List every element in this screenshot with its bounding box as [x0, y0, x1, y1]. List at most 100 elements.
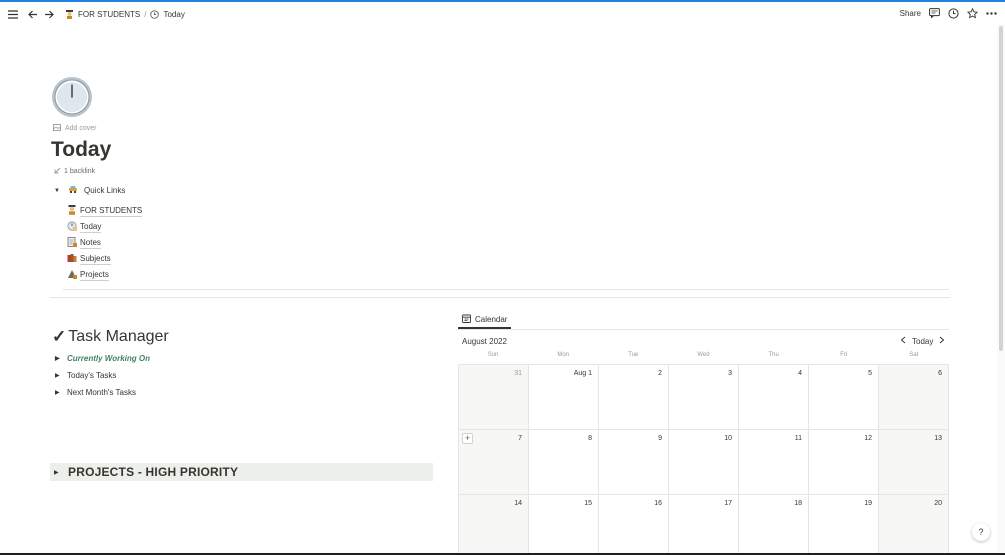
- share-button[interactable]: Share: [900, 9, 921, 18]
- calendar-day-cell[interactable]: Aug 1: [529, 365, 599, 430]
- calendar-month-label: August 2022: [462, 337, 507, 346]
- link-label: Notes: [80, 237, 101, 249]
- link-for-students[interactable]: FOR STUDENTS: [67, 205, 143, 217]
- calendar-grid: 31 Aug 1 2 3 4 5 6 +7 8 9 10 11 12 13 14…: [458, 364, 949, 555]
- help-button[interactable]: ?: [972, 523, 990, 541]
- calendar-day-cell[interactable]: 17: [669, 495, 739, 555]
- page-title[interactable]: Today: [51, 138, 111, 162]
- day-number: 20: [934, 500, 942, 507]
- calendar-day-cell[interactable]: 2: [599, 365, 669, 430]
- backlink-button[interactable]: 1 backlink: [54, 167, 95, 176]
- breadcrumb-separator: /: [144, 9, 147, 19]
- student-emoji-icon: [65, 9, 74, 19]
- calendar-day-cell[interactable]: 20: [879, 495, 949, 555]
- chevron-left-icon[interactable]: [900, 336, 906, 346]
- link-label: Today: [80, 221, 102, 233]
- day-number: 31: [514, 370, 522, 377]
- clock-history-icon[interactable]: [947, 7, 959, 19]
- weekday-label: Tue: [628, 352, 639, 358]
- toggle-closed-icon[interactable]: ▶: [55, 355, 63, 362]
- tab-calendar[interactable]: Calendar: [458, 312, 512, 329]
- calendar-day-cell[interactable]: 5: [809, 365, 879, 430]
- link-subjects[interactable]: Subjects: [67, 253, 111, 265]
- tab-underline: [458, 329, 949, 330]
- day-number: 19: [864, 500, 872, 507]
- calendar-day-cell[interactable]: 19: [809, 495, 879, 555]
- day-number: 9: [658, 435, 662, 442]
- calendar-day-cell[interactable]: 31: [459, 365, 529, 430]
- calendar-day-cell[interactable]: 6: [879, 365, 949, 430]
- forward-arrow-icon[interactable]: [43, 8, 55, 20]
- backlink-label: 1 backlink: [64, 168, 96, 175]
- menu-icon[interactable]: [7, 8, 19, 20]
- calendar-day-cell[interactable]: 11: [739, 430, 809, 495]
- clock-icon[interactable]: [51, 76, 93, 118]
- clock-icon: [150, 9, 160, 19]
- comment-icon[interactable]: [928, 7, 940, 19]
- day-number: 6: [938, 370, 942, 377]
- calendar-day-cell[interactable]: 18: [739, 495, 809, 555]
- calendar-icon: [462, 314, 471, 325]
- toggle-closed-icon[interactable]: ▶: [55, 372, 63, 379]
- calendar-day-cell[interactable]: 14: [459, 495, 529, 555]
- quick-links-toggle[interactable]: ▼ Quick Links: [54, 185, 125, 196]
- weekday-label: Fri: [840, 352, 848, 358]
- calendar-day-cell[interactable]: 10: [669, 430, 739, 495]
- add-cover-button[interactable]: Add cover: [53, 124, 97, 133]
- projects-emoji-icon: [67, 269, 77, 281]
- link-notes[interactable]: Notes: [67, 237, 101, 249]
- books-emoji-icon: [67, 253, 77, 265]
- breadcrumb-item-for-students[interactable]: FOR STUDENTS: [78, 10, 140, 19]
- today-button[interactable]: Today: [912, 337, 933, 346]
- day-number: 15: [584, 500, 592, 507]
- topbar: FOR STUDENTS / Today Share: [0, 2, 1005, 26]
- calendar-day-cell[interactable]: 4: [739, 365, 809, 430]
- toggle-todays-tasks[interactable]: ▶ Today's Tasks: [55, 371, 116, 380]
- back-arrow-icon[interactable]: [27, 8, 39, 20]
- day-number: 2: [658, 370, 662, 377]
- day-number: 4: [798, 370, 802, 377]
- calendar-day-cell[interactable]: 13: [879, 430, 949, 495]
- projects-high-priority-toggle[interactable]: ▶ PROJECTS - HIGH PRIORITY: [50, 463, 433, 481]
- day-number: Aug 1: [573, 370, 592, 377]
- day-number: 5: [868, 370, 872, 377]
- more-icon[interactable]: [985, 7, 997, 19]
- quick-links-label: Quick Links: [84, 186, 126, 195]
- check-mark: ✓: [52, 327, 67, 346]
- day-number: 12: [864, 435, 872, 442]
- link-label: Subjects: [80, 253, 111, 265]
- link-projects[interactable]: Projects: [67, 269, 109, 281]
- breadcrumb-item-today[interactable]: Today: [163, 10, 184, 19]
- calendar-day-cell[interactable]: 16: [599, 495, 669, 555]
- toggle-closed-icon[interactable]: ▶: [55, 389, 63, 396]
- star-icon[interactable]: [966, 7, 978, 19]
- calendar-day-cell[interactable]: 15: [529, 495, 599, 555]
- calendar-nav: Today: [900, 336, 945, 346]
- calendar-weekday-header: Sun Mon Tue Wed Thu Fri Sat: [458, 352, 949, 358]
- chevron-right-icon[interactable]: [939, 336, 945, 346]
- add-event-button[interactable]: +: [462, 433, 473, 444]
- calendar-day-cell[interactable]: 12: [809, 430, 879, 495]
- toggle-currently-working-on[interactable]: ▶ Currently Working On: [55, 354, 150, 363]
- scrollbar-thumb[interactable]: [999, 26, 1003, 351]
- breadcrumb: FOR STUDENTS / Today: [65, 9, 185, 19]
- toggle-next-months-tasks[interactable]: ▶ Next Month's Tasks: [55, 388, 136, 397]
- day-number: 17: [724, 500, 732, 507]
- day-number: 18: [794, 500, 802, 507]
- calendar-day-cell[interactable]: 8: [529, 430, 599, 495]
- link-today[interactable]: Today: [67, 221, 102, 233]
- calendar-day-cell[interactable]: 3: [669, 365, 739, 430]
- toggle-closed-icon[interactable]: ▶: [54, 469, 62, 476]
- weekday-label: Sat: [909, 352, 919, 358]
- scrollbar[interactable]: [997, 24, 1005, 555]
- day-number: 16: [654, 500, 662, 507]
- calendar-day-cell[interactable]: 9: [599, 430, 669, 495]
- tab-calendar-label: Calendar: [475, 315, 508, 324]
- notes-emoji-icon: [67, 237, 77, 249]
- projects-toggle-label: PROJECTS - HIGH PRIORITY: [68, 465, 239, 479]
- weekday-label: Sun: [487, 352, 499, 358]
- toggle-open-icon[interactable]: ▼: [54, 188, 62, 194]
- calendar-day-cell[interactable]: +7: [459, 430, 529, 495]
- day-number: 7: [518, 435, 522, 442]
- task-manager-heading: ✓ Task Manager: [52, 327, 169, 347]
